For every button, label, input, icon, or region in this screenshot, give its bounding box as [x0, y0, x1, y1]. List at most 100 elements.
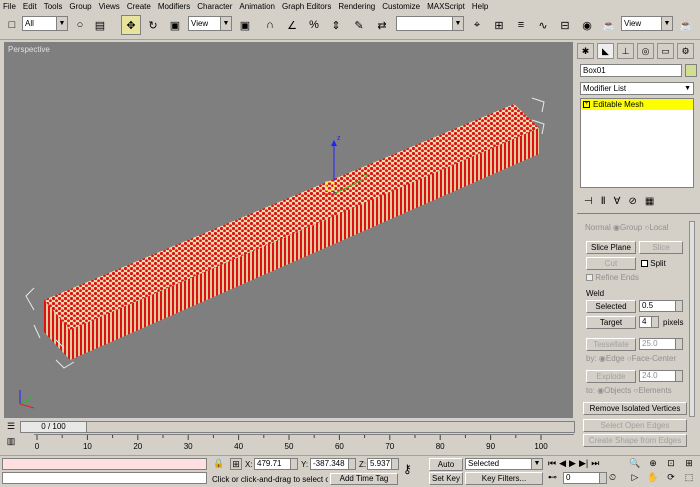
- selection-filter-dropdown[interactable]: All ▼: [22, 16, 68, 31]
- y-coord-field[interactable]: -387.348: [310, 458, 356, 470]
- time-slider-track[interactable]: 0 / 100: [20, 421, 575, 433]
- key-icon[interactable]: ⚷: [403, 462, 425, 478]
- open-track-bar-icon[interactable]: ▥: [4, 436, 18, 448]
- target-pixels-spinner[interactable]: 4: [639, 316, 659, 328]
- current-frame-field[interactable]: 0: [563, 472, 607, 484]
- auto-key-button[interactable]: Auto Key: [429, 458, 463, 480]
- refine-ends-checkbox[interactable]: Refine Ends: [586, 273, 639, 282]
- material-editor-icon[interactable]: ◉: [577, 15, 597, 35]
- object-color-swatch[interactable]: [685, 64, 697, 77]
- remove-isolated-vertices-button[interactable]: Remove Isolated Vertices: [583, 402, 687, 415]
- utilities-tab-icon[interactable]: ⚙: [677, 43, 694, 59]
- perspective-viewport[interactable]: Perspective z y: [3, 41, 574, 419]
- menu-item-customize[interactable]: Customize: [382, 2, 420, 11]
- key-mode-icon[interactable]: ⊷: [548, 472, 558, 484]
- render-scene-icon[interactable]: ☕: [599, 15, 619, 35]
- remove-modifier-icon[interactable]: ⊘: [628, 196, 636, 207]
- reference-coord-dropdown[interactable]: View ▼: [188, 16, 232, 31]
- z-coord-field[interactable]: 5.937: [367, 458, 399, 470]
- select-rotate-icon[interactable]: ↻: [143, 15, 163, 35]
- create-tab-icon[interactable]: ✱: [577, 43, 594, 59]
- slice-plane-button[interactable]: Slice Plane: [586, 241, 636, 254]
- zoom-icon[interactable]: 🔍: [626, 458, 644, 472]
- schematic-view-icon[interactable]: ⊟: [555, 15, 575, 35]
- mirror-icon[interactable]: ⇄: [372, 15, 392, 35]
- angle-snap-icon[interactable]: ∠: [282, 15, 302, 35]
- maximize-viewport-icon[interactable]: ⬚: [680, 472, 698, 486]
- pivot-center-icon[interactable]: ▣: [235, 15, 255, 35]
- spinner-snap-icon[interactable]: ⇕: [326, 15, 346, 35]
- mini-curve-editor-icon[interactable]: ☰: [4, 421, 18, 433]
- configure-sets-icon[interactable]: ▦: [645, 196, 654, 207]
- menu-item-views[interactable]: Views: [99, 2, 120, 11]
- key-set-dropdown[interactable]: Selected ▼: [465, 458, 543, 470]
- menu-item-create[interactable]: Create: [127, 2, 151, 11]
- motion-tab-icon[interactable]: ◎: [637, 43, 654, 59]
- display-tab-icon[interactable]: ▭: [657, 43, 674, 59]
- hierarchy-tab-icon[interactable]: ⊥: [617, 43, 634, 59]
- menu-item-animation[interactable]: Animation: [239, 2, 275, 11]
- select-region-icon[interactable]: □: [2, 15, 22, 35]
- layer-manager-icon[interactable]: ≡: [511, 15, 531, 35]
- menu-item-graph-editors[interactable]: Graph Editors: [282, 2, 331, 11]
- set-key-button[interactable]: Set Key: [429, 472, 463, 485]
- stack-item-editable-mesh[interactable]: + Editable Mesh: [581, 99, 693, 110]
- slice-button[interactable]: Slice: [639, 241, 683, 254]
- align-icon[interactable]: ⊞: [489, 15, 509, 35]
- weld-selected-button[interactable]: Selected: [586, 300, 636, 313]
- explode-button[interactable]: Explode: [586, 370, 636, 383]
- panel-scrollbar[interactable]: [689, 221, 695, 417]
- group-radio-icon[interactable]: ◉: [613, 223, 620, 232]
- modify-tab-icon[interactable]: ◣: [597, 43, 614, 59]
- explode-spinner[interactable]: 24.0: [639, 370, 683, 382]
- select-by-name-icon[interactable]: ▤: [90, 15, 110, 35]
- mirror-selected-icon[interactable]: ⌖: [467, 15, 487, 35]
- menu-item-modifiers[interactable]: Modifiers: [158, 2, 190, 11]
- go-to-start-icon[interactable]: ⏮: [548, 458, 556, 470]
- previous-frame-icon[interactable]: ◀: [559, 458, 566, 470]
- maxscript-listener-mini[interactable]: [2, 458, 207, 470]
- menu-item-group[interactable]: Group: [69, 2, 91, 11]
- menu-item-character[interactable]: Character: [197, 2, 232, 11]
- arc-rotate-icon[interactable]: ⟳: [662, 472, 680, 486]
- tessellate-button[interactable]: Tessellate: [586, 338, 636, 351]
- edit-named-selection-icon[interactable]: ✎: [349, 15, 369, 35]
- expand-plus-icon[interactable]: +: [583, 101, 590, 109]
- weld-threshold-spinner[interactable]: 0.5: [639, 300, 683, 312]
- percent-snap-icon[interactable]: %: [304, 15, 324, 35]
- key-filters-button[interactable]: Key Filters...: [465, 472, 543, 485]
- quick-render-icon[interactable]: ☕: [676, 15, 696, 35]
- zoom-extents-icon[interactable]: ⊡: [662, 458, 680, 472]
- menu-item-edit[interactable]: Edit: [23, 2, 37, 11]
- object-name-field[interactable]: Box01: [580, 64, 682, 77]
- show-end-result-icon[interactable]: Ⅱ: [601, 196, 606, 207]
- time-config-icon[interactable]: ⏲: [609, 472, 621, 484]
- next-frame-icon[interactable]: ▶|: [579, 458, 588, 470]
- select-move-icon[interactable]: ✥: [121, 15, 141, 35]
- tessellate-spinner[interactable]: 25.0: [639, 338, 683, 350]
- render-type-dropdown[interactable]: View ▼: [621, 16, 673, 31]
- pan-icon[interactable]: ✋: [644, 472, 662, 486]
- weld-target-button[interactable]: Target: [586, 316, 636, 329]
- track-bar[interactable]: 0 10 20 30 40 50 60 70 80 90 100: [34, 434, 574, 452]
- make-unique-icon[interactable]: ∀: [614, 196, 621, 207]
- modifier-list-dropdown[interactable]: Modifier List ▼: [580, 82, 694, 95]
- menu-item-help[interactable]: Help: [472, 2, 488, 11]
- zoom-extents-all-icon[interactable]: ⊞: [680, 458, 698, 472]
- absolute-mode-icon[interactable]: ⊞: [230, 458, 242, 470]
- menu-item-file[interactable]: File: [3, 2, 16, 11]
- go-to-end-icon[interactable]: ⏭: [591, 458, 599, 470]
- edge-radio-icon[interactable]: ◉: [599, 354, 606, 363]
- zoom-all-icon[interactable]: ⊕: [644, 458, 662, 472]
- menu-item-rendering[interactable]: Rendering: [338, 2, 375, 11]
- menu-item-maxscript[interactable]: MAXScript: [427, 2, 465, 11]
- x-coord-field[interactable]: 479.71: [254, 458, 298, 470]
- menu-item-tools[interactable]: Tools: [44, 2, 63, 11]
- maxscript-output-mini[interactable]: [2, 472, 207, 484]
- play-icon[interactable]: ▶: [569, 458, 576, 470]
- lock-selection-icon[interactable]: 🔒: [213, 458, 225, 470]
- time-slider-thumb[interactable]: 0 / 100: [21, 422, 87, 432]
- cut-button[interactable]: Cut: [586, 257, 636, 270]
- curve-editor-icon[interactable]: ∿: [533, 15, 553, 35]
- split-checkbox[interactable]: Split: [641, 259, 666, 268]
